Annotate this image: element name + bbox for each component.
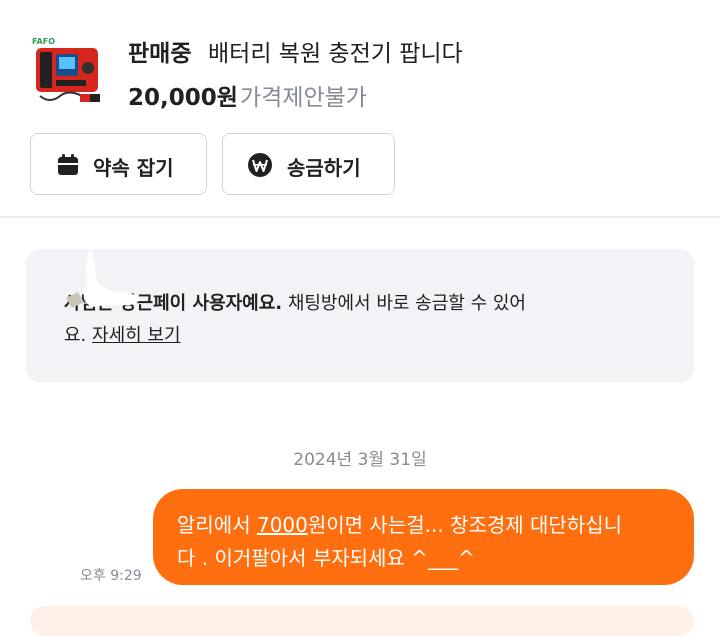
chat-date: 2024년 3월 31일	[293, 450, 427, 470]
redaction-smudge	[60, 240, 150, 330]
message-text-suffix: 원이면 사는걸... 창조경제 대단하십니	[307, 513, 623, 537]
message-text-prefix: 알리에서	[177, 513, 257, 537]
product-title[interactable]: 배터리 복원 충전기 팝니다	[208, 34, 463, 68]
make-appointment-label: 약속 잡기	[93, 156, 174, 180]
message-line-2: 다 . 이거팔아서 부자되세요 ^___^	[177, 546, 475, 570]
make-appointment-button[interactable]: 약속 잡기	[30, 133, 207, 195]
svg-text:FAFO: FAFO	[32, 37, 55, 46]
message-time: 오후 9:29	[80, 568, 142, 584]
calendar-icon	[55, 152, 81, 178]
message-line-1: 알리에서 7000원이면 사는걸... 창조경제 대단하십니	[177, 509, 622, 538]
message-underlined-price[interactable]: 7000	[257, 513, 308, 537]
product-price: 20,000원	[128, 85, 238, 111]
product-thumbnail[interactable]: FAFO	[30, 34, 105, 109]
header-divider	[0, 216, 720, 218]
message-bubble[interactable]: 알리에서 7000원이면 사는걸... 창조경제 대단하십니 다 . 이거팔아서…	[153, 489, 694, 585]
notice-text-1: 채팅방에서 바로 송금할 수 있어	[282, 293, 526, 314]
send-money-label: 송금하기	[287, 156, 361, 180]
product-header: FAFO 판매중 배터리 복원 충전기 팝니다 20,000원 가격제안불가 약…	[0, 0, 720, 216]
next-message-bubble	[30, 606, 694, 636]
sale-status: 판매중	[128, 41, 192, 67]
send-money-button[interactable]: 송금하기	[222, 133, 395, 195]
negotiation-status: 가격제안불가	[240, 85, 367, 111]
won-icon	[247, 152, 273, 178]
